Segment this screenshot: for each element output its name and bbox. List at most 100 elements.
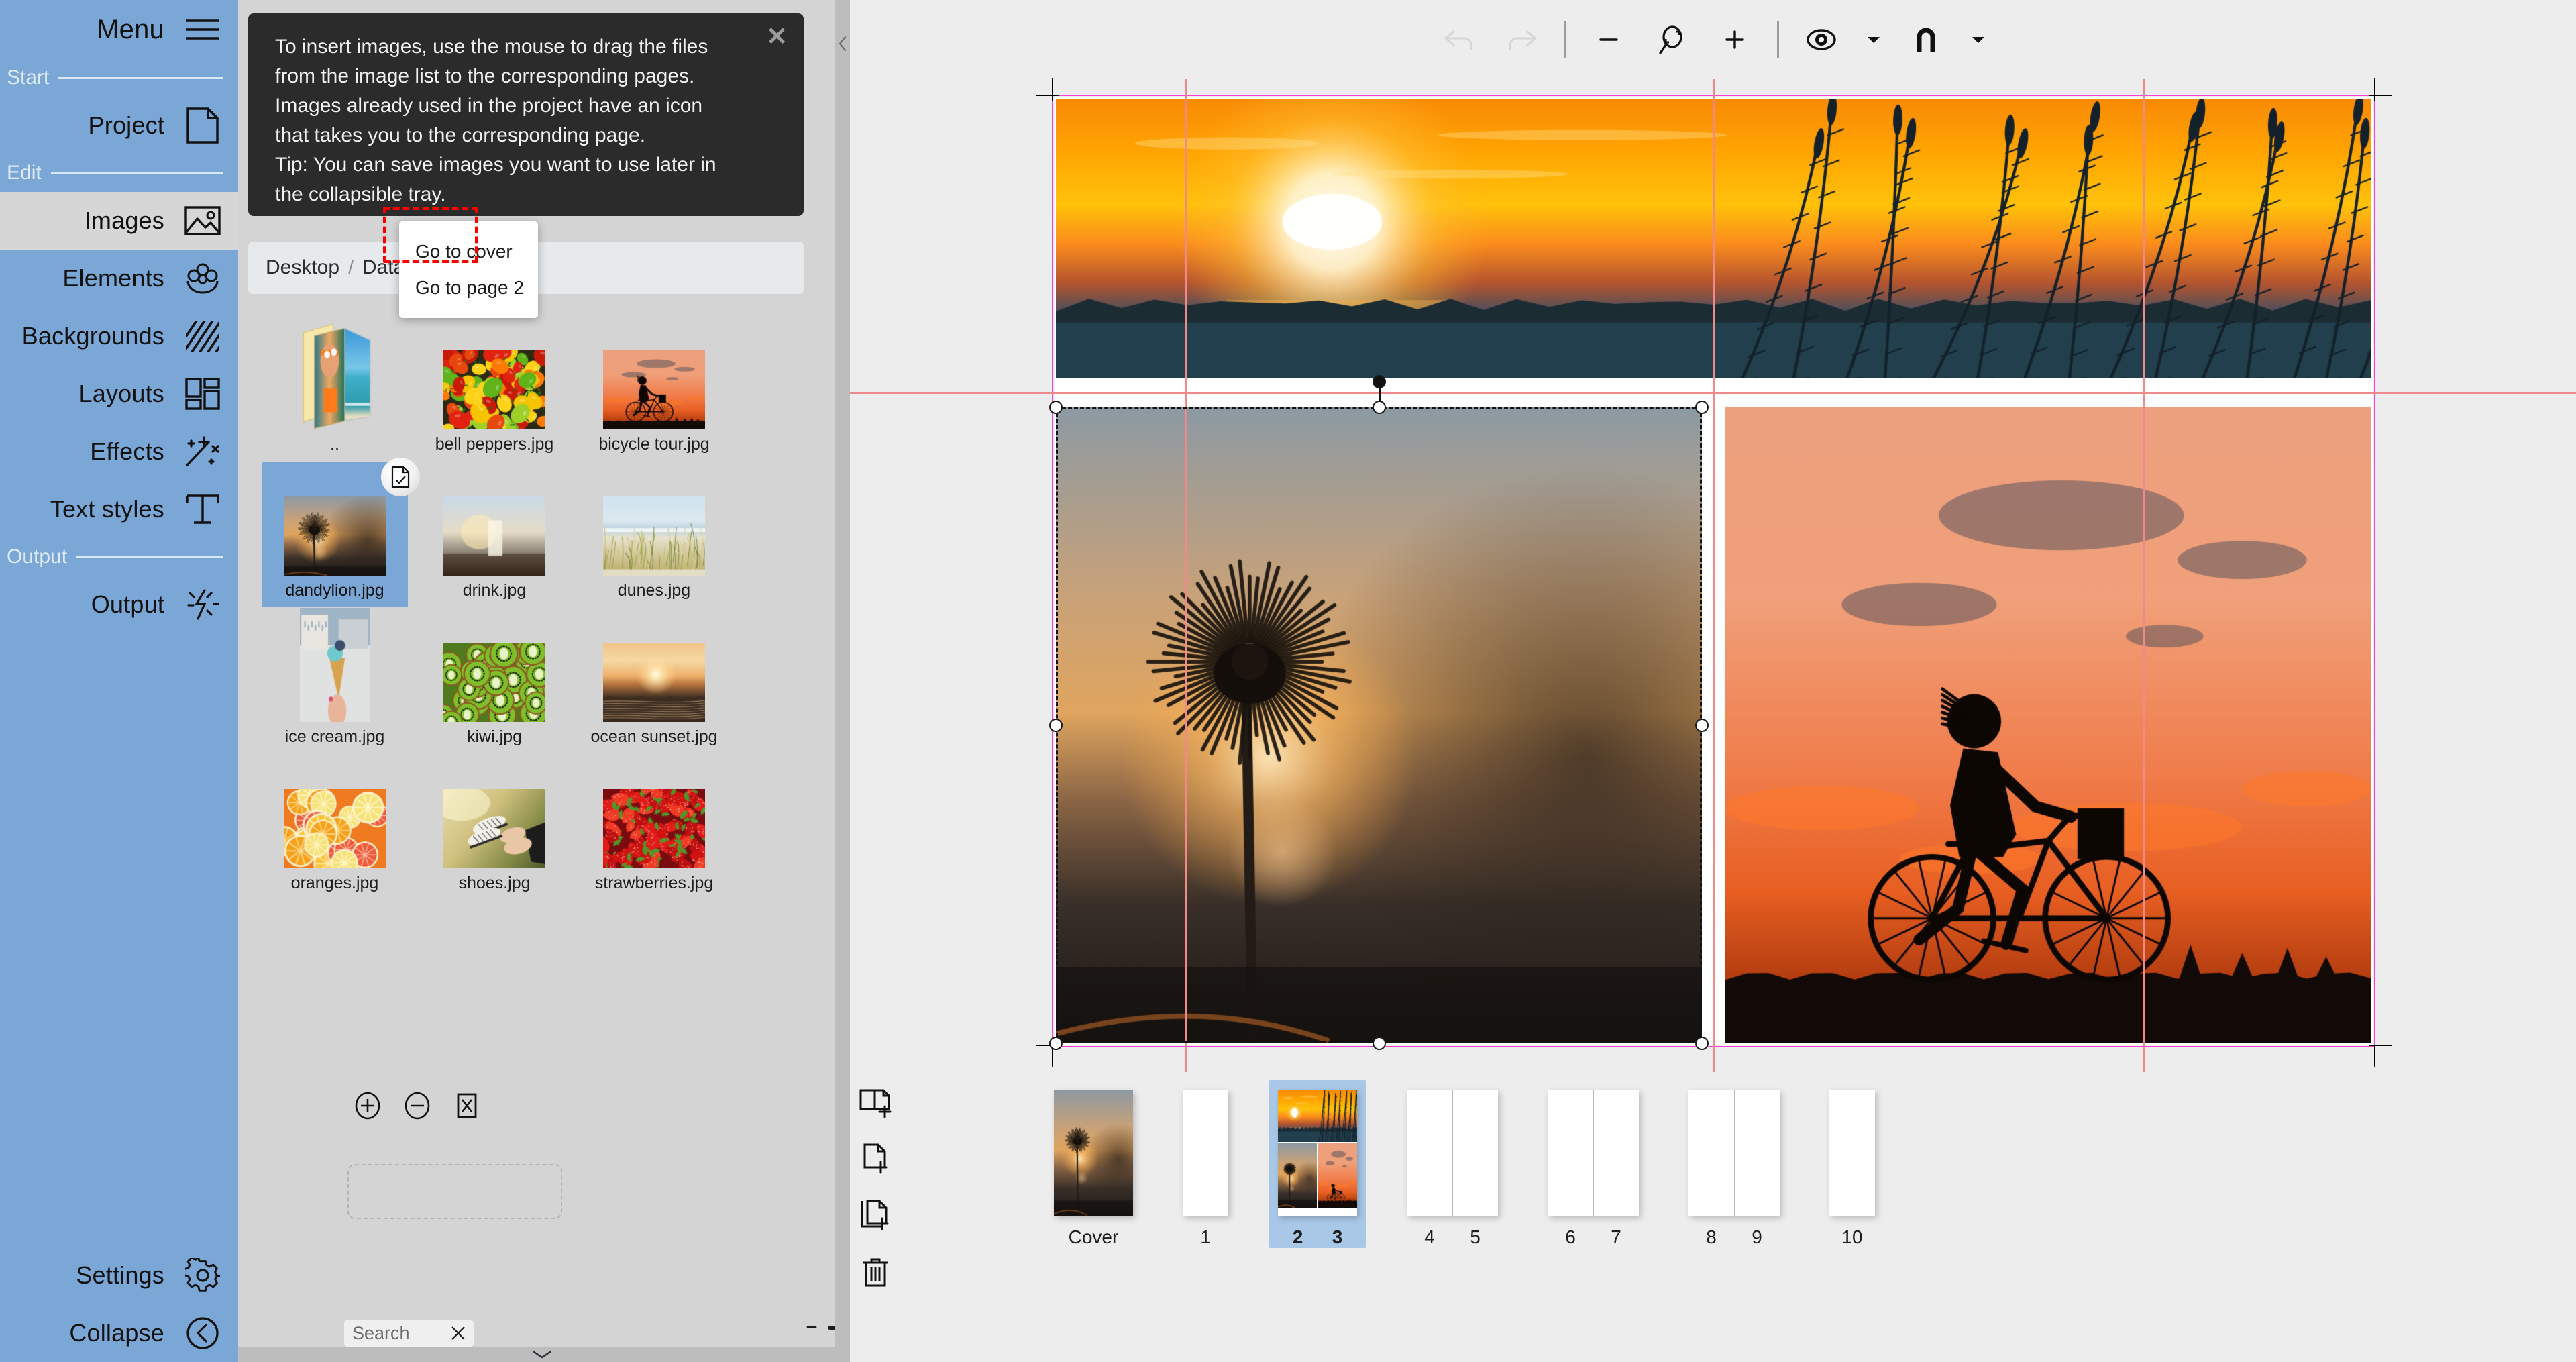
page-canvas[interactable]	[850, 79, 2576, 1072]
page-thumbnail[interactable]	[1829, 1090, 1875, 1216]
image-grid-row: dandylion.jpgdrink.jpgdunes.jpg	[248, 462, 815, 607]
magnet-icon[interactable]	[1905, 19, 1947, 60]
tooltip-line: Images already used in the project have …	[275, 91, 777, 121]
page-thumbnail-group[interactable]: 89	[1679, 1080, 1789, 1248]
eye-icon[interactable]	[1801, 19, 1842, 60]
image-item[interactable]: ice cream.jpg	[262, 608, 408, 753]
page-thumbnail-group[interactable]: 67	[1538, 1080, 1648, 1248]
page-thumbnail[interactable]	[1688, 1090, 1734, 1216]
rotate-handle[interactable]	[1373, 375, 1386, 388]
context-menu-item-go-to-page-2[interactable]: Go to page 2	[399, 270, 538, 306]
trash-icon[interactable]	[857, 1253, 894, 1291]
page-thumbnail-group[interactable]: 10	[1820, 1080, 1884, 1248]
image-item[interactable]: kiwi.jpg	[421, 608, 568, 753]
resize-handle-nw[interactable]	[1049, 401, 1063, 414]
minus-circle-icon[interactable]	[402, 1090, 433, 1121]
zoom-in-button[interactable]	[1714, 19, 1756, 60]
image-item[interactable]: ocean sunset.jpg	[581, 608, 727, 753]
resize-handle-w[interactable]	[1049, 719, 1063, 732]
page-thumbnail[interactable]	[1054, 1090, 1133, 1216]
image-item[interactable]: drink.jpg	[421, 462, 568, 607]
add-page-icon[interactable]	[857, 1141, 894, 1178]
collapse-button[interactable]: Collapse	[0, 1304, 238, 1362]
page-thumbnail[interactable]	[1734, 1090, 1780, 1216]
zoom-fit-button[interactable]	[1651, 19, 1693, 60]
search-field[interactable]	[344, 1320, 474, 1347]
hatch-icon	[182, 315, 223, 357]
sidebar-item-text-styles[interactable]: Text styles	[0, 480, 238, 538]
page-thumbnail[interactable]	[1278, 1090, 1357, 1216]
page-number-label: 9	[1734, 1226, 1780, 1248]
resize-handle-ne[interactable]	[1695, 401, 1709, 414]
add-spread-icon[interactable]	[857, 1084, 894, 1122]
used-in-project-page-icon[interactable]	[381, 458, 420, 496]
page-thumbnail-group[interactable]: 23	[1269, 1080, 1366, 1248]
page-thumbnails: Cover12345678910	[1044, 1080, 2576, 1362]
sidebar-item-effects[interactable]: Effects	[0, 423, 238, 480]
duplicate-page-icon[interactable]	[857, 1197, 894, 1235]
flower-icon	[182, 258, 223, 299]
resize-handle-s[interactable]	[1373, 1037, 1386, 1050]
bicycle-sunset-photo[interactable]	[1725, 407, 2371, 1043]
page-thumbnail-group[interactable]: 1	[1173, 1080, 1238, 1248]
snap-dropdown-chevron-down-icon[interactable]	[1968, 19, 1988, 60]
page-thumbnail[interactable]	[1548, 1090, 1593, 1216]
context-menu[interactable]: Go to cover Go to page 2	[399, 221, 538, 318]
sidebar-item-layouts[interactable]: Layouts	[0, 365, 238, 423]
resize-handle-sw[interactable]	[1049, 1037, 1063, 1050]
zoom-out-label[interactable]: −	[805, 1316, 818, 1339]
view-dropdown-chevron-down-icon[interactable]	[1864, 19, 1884, 60]
image-grid: ..bell peppers.jpgbicycle tour.jpgdandyl…	[248, 315, 815, 1063]
undo-button[interactable]	[1438, 19, 1480, 60]
image-item[interactable]: shoes.jpg	[421, 754, 568, 899]
image-thumbnail	[284, 496, 386, 576]
sidebar-item-project[interactable]: Project	[0, 97, 238, 154]
sidebar-item-elements[interactable]: Elements	[0, 250, 238, 307]
sidebar: Menu Start Project Edit Images	[0, 0, 238, 1362]
menu-label: Menu	[97, 15, 164, 45]
resize-handle-n[interactable]	[1373, 401, 1386, 414]
x-icon[interactable]	[447, 1322, 470, 1345]
plus-circle-icon[interactable]	[352, 1090, 383, 1121]
image-item[interactable]: bicycle tour.jpg	[581, 315, 727, 460]
close-icon[interactable]: ✕	[766, 24, 788, 50]
image-item[interactable]: bell peppers.jpg	[421, 315, 568, 460]
panel-splitter[interactable]	[835, 0, 850, 1362]
image-item[interactable]: oranges.jpg	[262, 754, 408, 899]
breadcrumb-item-desktop[interactable]: Desktop	[266, 256, 339, 279]
section-start-label: Start	[7, 66, 49, 89]
magic-wand-icon	[182, 431, 223, 472]
redo-button[interactable]	[1501, 19, 1543, 60]
page-thumbnail-group[interactable]: Cover	[1044, 1080, 1142, 1248]
sidebar-item-backgrounds[interactable]: Backgrounds	[0, 307, 238, 365]
settings-button[interactable]: Settings	[0, 1247, 238, 1304]
menu-button[interactable]: Menu	[0, 0, 238, 59]
breadcrumb-item-data[interactable]: Data	[362, 256, 405, 279]
collapsible-tray-dropzone[interactable]	[347, 1164, 562, 1219]
page-thumbnail[interactable]	[1593, 1090, 1639, 1216]
page-thumbnail-group[interactable]: 45	[1397, 1080, 1507, 1248]
resize-handle-se[interactable]	[1695, 1037, 1709, 1050]
page-number-label: 8	[1688, 1226, 1734, 1248]
page-number-label: 7	[1593, 1226, 1639, 1248]
image-filename-label: ice cream.jpg	[262, 727, 408, 747]
hamburger-icon	[182, 9, 223, 50]
x-box-icon[interactable]	[451, 1090, 482, 1121]
dandylion-photo[interactable]	[1056, 407, 1702, 1043]
resize-handle-e[interactable]	[1695, 719, 1709, 732]
page-thumbnail[interactable]	[1183, 1090, 1228, 1216]
zoom-out-button[interactable]	[1588, 19, 1629, 60]
page-thumbnail[interactable]	[1452, 1090, 1498, 1216]
sidebar-item-images[interactable]: Images	[0, 192, 238, 250]
image-item[interactable]: strawberries.jpg	[581, 754, 727, 899]
search-input[interactable]	[352, 1323, 447, 1344]
context-menu-item-go-to-cover[interactable]: Go to cover	[399, 233, 538, 270]
chevron-left-icon[interactable]	[837, 35, 849, 56]
image-item[interactable]: dunes.jpg	[581, 462, 727, 607]
panel-collapse-handle[interactable]	[238, 1347, 845, 1362]
sidebar-item-output[interactable]: Output	[0, 576, 238, 633]
image-item[interactable]: dandylion.jpg	[262, 462, 408, 607]
folder-item[interactable]: ..	[262, 315, 408, 460]
image-filename-label: ..	[262, 435, 408, 454]
page-thumbnail[interactable]	[1407, 1090, 1452, 1216]
